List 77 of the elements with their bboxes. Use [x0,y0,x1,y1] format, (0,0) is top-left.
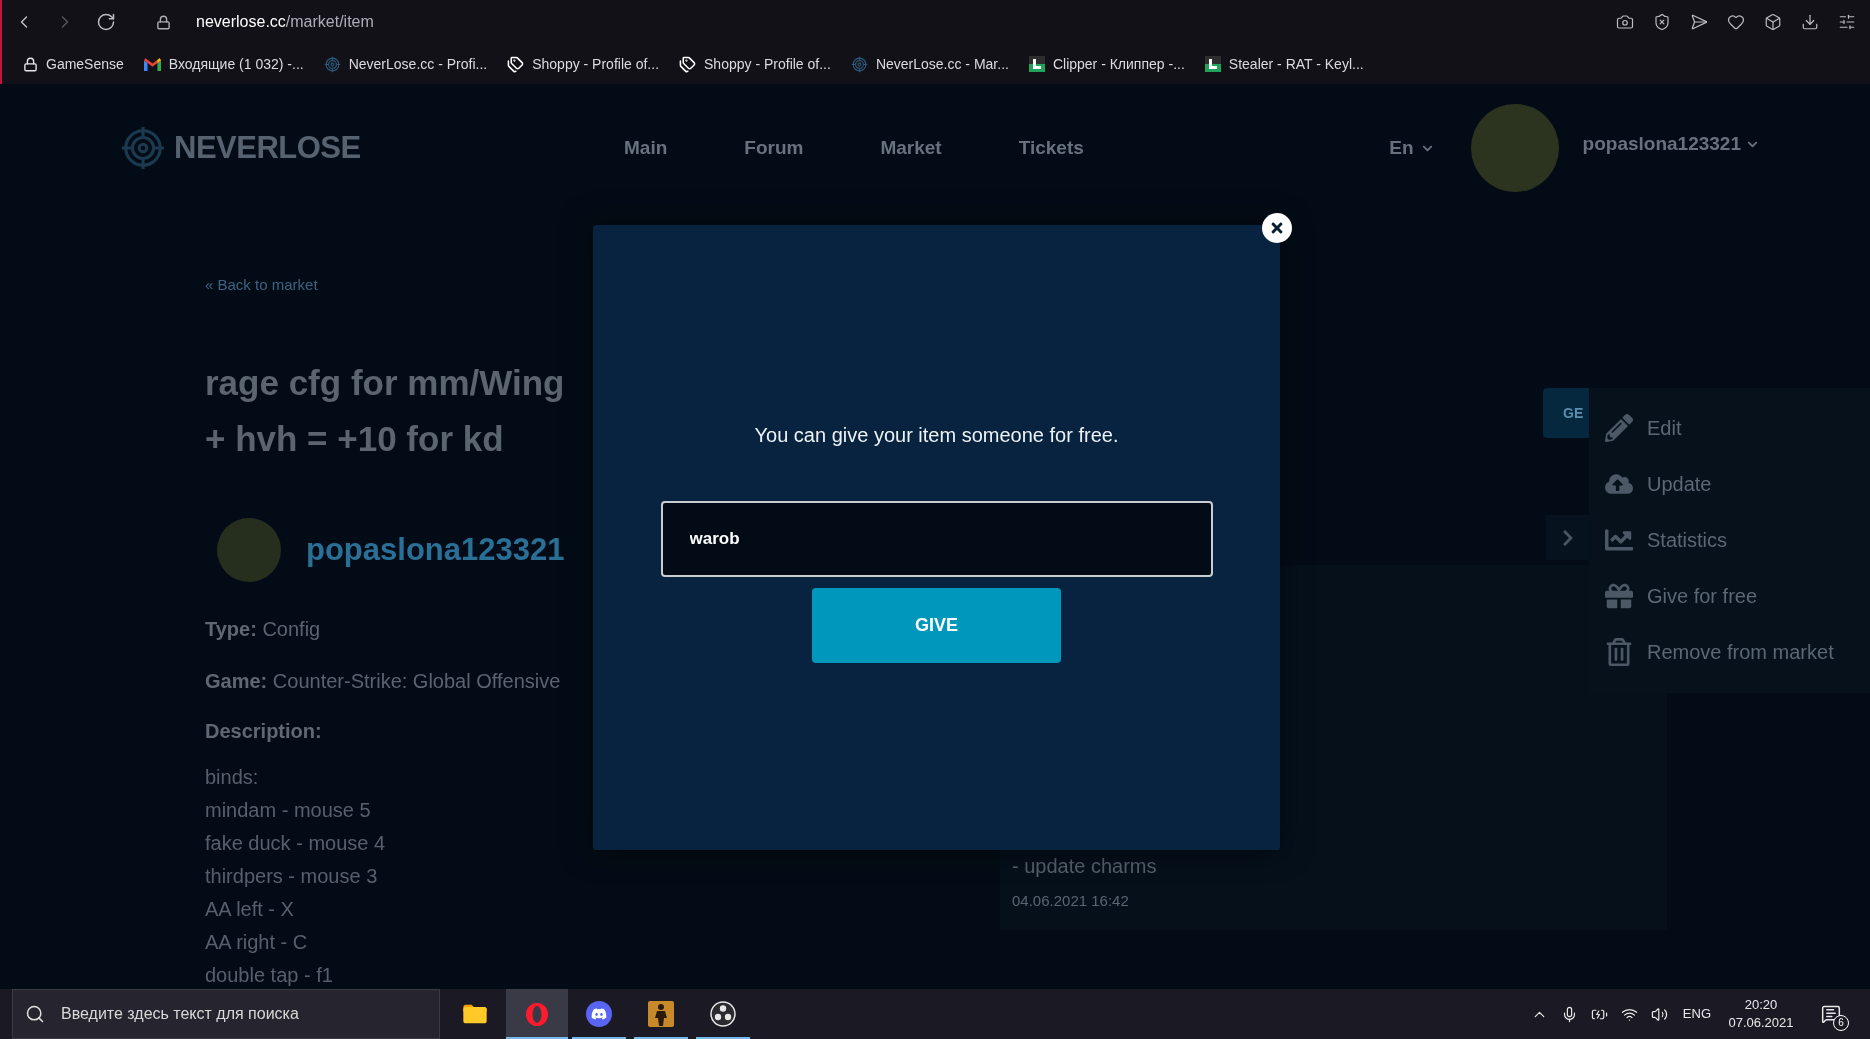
menu-item[interactable]: Remove from market [1589,624,1834,680]
close-icon [1269,220,1285,236]
clock[interactable]: 20:20 07.06.2021 [1724,996,1798,1032]
send-icon [1690,13,1708,31]
logo-text: NEVERLOSE [174,128,361,167]
bookmark-link[interactable]: NeverLose.cc - Mar... [850,53,1009,75]
target-icon [850,55,868,73]
nav-link[interactable]: Tickets [1018,133,1084,163]
lock-icon [156,14,171,30]
tag-icon [679,55,697,73]
square-logo-icon [1204,56,1221,72]
sliders-icon [1838,13,1856,31]
notification-badge: 6 [1833,1015,1849,1031]
description-line: binds: [205,765,259,790]
item-title: rage cfg for mm/Wing [205,362,565,404]
user-menu-button[interactable]: popaslona123321 [1582,129,1758,159]
author-link[interactable]: popaslona123321 [306,526,565,574]
menu-item[interactable]: Edit [1589,400,1682,456]
notifications-button[interactable]: 6 [1808,989,1854,1039]
give-button[interactable]: GIVE [812,588,1061,663]
description-heading: Description: [205,719,322,744]
download-icon [1801,13,1819,31]
detail-text: Game: Counter-Strike: Global Offensive [205,669,561,694]
description-line: mindam - mouse 5 [205,798,371,823]
shield-x-icon [1653,13,1671,31]
language-select[interactable]: En [1389,133,1433,163]
bookmark-link[interactable]: Входящие (1 032) -... [143,53,304,75]
trash-icon [1605,638,1633,666]
address-url[interactable]: neverlose.cc/market/item [196,10,374,34]
close-button[interactable] [1262,213,1292,243]
recipient-input[interactable]: warob [660,501,1213,577]
nav-link[interactable]: Market [880,133,942,163]
description-line: fake duck - mouse 4 [205,831,386,856]
gift-icon [1605,582,1633,610]
tag-icon [507,55,525,73]
menu-item[interactable]: Statistics [1589,512,1728,568]
mail-icon [143,57,161,71]
nav-link[interactable]: Main [624,133,668,163]
cube-icon [1764,13,1782,31]
bookmark-link[interactable]: NeverLose.cc - Profi... [323,53,488,75]
detail-text: Type: Config [205,617,321,642]
menu-item[interactable]: Update [1589,456,1712,512]
speaker-icon [1651,1005,1669,1023]
nav-link[interactable]: Forum [744,133,804,163]
ring-logo-icon [525,1001,549,1027]
bookmark-link[interactable]: Shoppy - Profile of... [679,53,831,75]
reload-button[interactable] [95,11,117,33]
controller-logo-icon [586,1001,612,1027]
bookmark-link[interactable]: GameSense [23,53,124,75]
description-line: thirdpers - mouse 3 [205,864,378,889]
heart-icon [1727,13,1745,31]
language-indicator[interactable]: ENG [1682,1004,1711,1024]
pencil-icon [1605,414,1633,442]
menu-item[interactable]: Give for free [1589,568,1758,624]
search-icon [25,1004,45,1024]
changelog-date: 04.06.2021 16:42 [1012,892,1129,910]
item-title: + hvh = +10 for kd [205,418,504,460]
description-line: AA left - X [205,897,294,922]
next-button[interactable] [1546,515,1589,560]
camera-icon [1616,13,1634,31]
target-icon [323,55,341,73]
target-logo-icon [120,125,166,171]
circle-logo-icon [710,1001,736,1027]
action-button[interactable]: GE [1543,388,1589,438]
search-field[interactable]: Введите здесь текст для поиска [12,989,440,1039]
bookmark-link[interactable]: Shoppy - Profile of... [507,53,660,75]
description-line: AA right - C [205,930,308,955]
square-logo-icon [1028,56,1045,72]
lock-icon [23,56,38,72]
bookmark-link[interactable]: Clipper - Клиппер -... [1028,53,1185,75]
dialog-message: You can give your item someone for free. [754,423,1119,448]
bookmark-link[interactable]: Stealer - RAT - Keyl... [1204,53,1364,75]
description-line: double tap - f1 [205,963,333,988]
reload-icon [96,12,116,32]
figure-tile-icon [648,1001,674,1027]
changelog-entry: - update charms [1012,854,1157,879]
back-link[interactable]: « Back to market [205,276,318,294]
